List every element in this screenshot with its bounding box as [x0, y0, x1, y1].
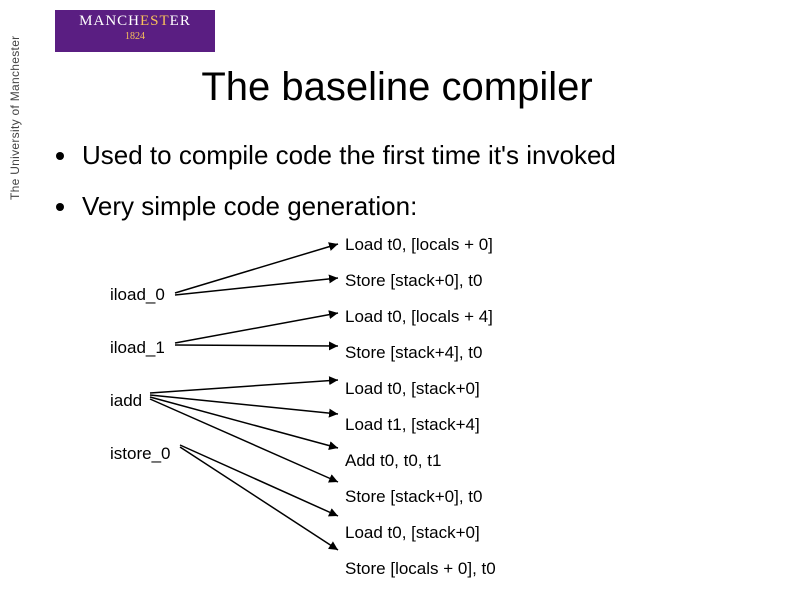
bullet-dot-icon: [56, 203, 64, 211]
output-instruction: Store [stack+4], t0: [345, 343, 496, 363]
logo-part1: MANCH: [79, 13, 140, 29]
sidebar-institution: The University of Manchester: [8, 36, 22, 200]
output-instruction: Load t0, [locals + 4]: [345, 307, 496, 327]
logo-year: 1824: [55, 31, 215, 42]
bullet-item: Very simple code generation:: [56, 191, 616, 222]
output-instruction: Load t1, [stack+4]: [345, 415, 496, 435]
bytecode-instruction: iadd: [110, 391, 170, 411]
output-instruction: Store [stack+0], t0: [345, 487, 496, 507]
manchester-logo: MANCHESTER 1824: [55, 10, 215, 52]
bytecode-instruction: iload_0: [110, 285, 170, 305]
logo-part2: EST: [140, 13, 170, 29]
bytecode-instruction: iload_1: [110, 338, 170, 358]
page-title: The baseline compiler: [0, 65, 794, 110]
output-instruction: Add t0, t0, t1: [345, 451, 496, 471]
output-instruction: Store [stack+0], t0: [345, 271, 496, 291]
logo-name: MANCHESTER: [55, 13, 215, 30]
bullet-item: Used to compile code the first time it's…: [56, 140, 616, 171]
bullet-text: Very simple code generation:: [82, 191, 417, 222]
output-instruction: Load t0, [stack+0]: [345, 379, 496, 399]
output-instruction: Load t0, [stack+0]: [345, 523, 496, 543]
output-instruction: Store [locals + 0], t0: [345, 559, 496, 579]
bullet-list: Used to compile code the first time it's…: [56, 140, 616, 242]
output-column: Load t0, [locals + 0] Store [stack+0], t…: [345, 235, 496, 595]
logo-part3: ER: [170, 13, 191, 29]
bullet-dot-icon: [56, 152, 64, 160]
output-instruction: Load t0, [locals + 0]: [345, 235, 496, 255]
bytecode-column: iload_0 iload_1 iadd istore_0: [110, 285, 170, 497]
bullet-text: Used to compile code the first time it's…: [82, 140, 616, 171]
bytecode-instruction: istore_0: [110, 444, 170, 464]
